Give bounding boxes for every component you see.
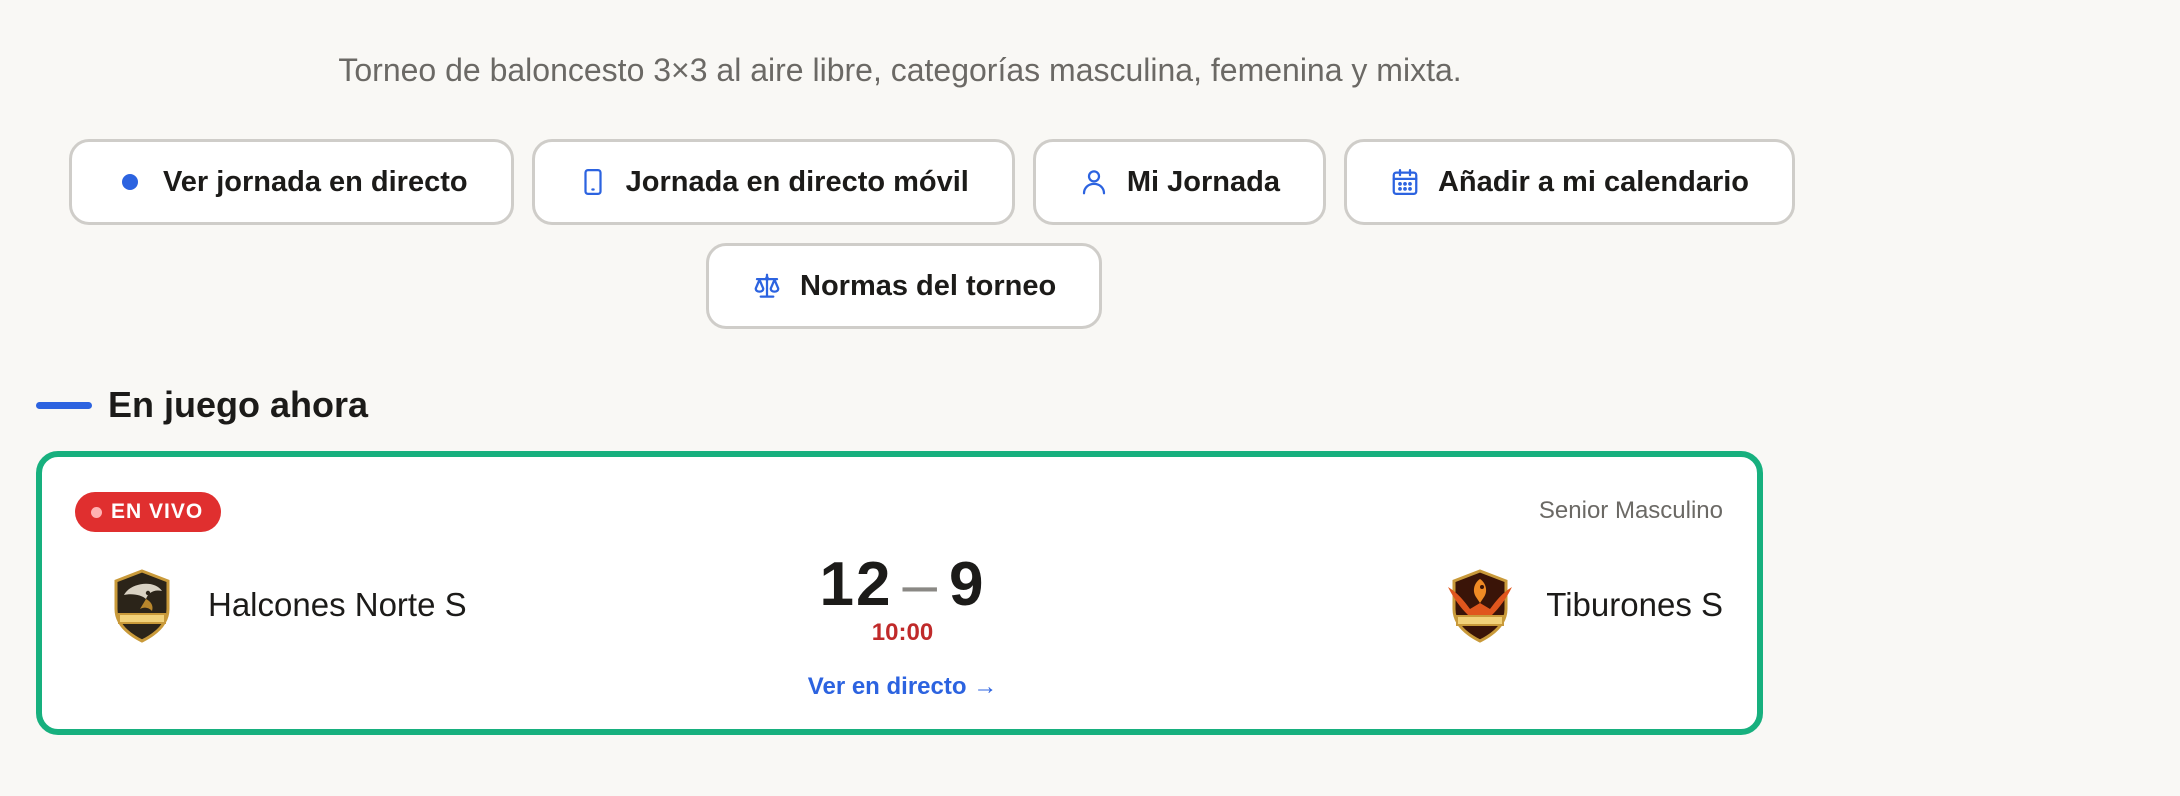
tournament-description: Torneo de baloncesto 3×3 al aire libre, … bbox=[338, 52, 1462, 88]
live-match-card[interactable]: EN VIVO Senior Masculino Halcones Norte … bbox=[36, 451, 1763, 735]
calendar-icon bbox=[1390, 167, 1420, 197]
scales-icon bbox=[752, 271, 782, 301]
my-matchday-button[interactable]: Mi Jornada bbox=[1032, 139, 1326, 225]
live-badge-label: EN VIVO bbox=[111, 500, 204, 523]
tournament-rules-label: Normas del torneo bbox=[800, 269, 1057, 302]
mobile-live-matchday-button[interactable]: Jornada en directo móvil bbox=[531, 139, 1015, 225]
mobile-phone-icon bbox=[578, 167, 608, 197]
mobile-live-matchday-label: Jornada en directo móvil bbox=[625, 165, 969, 198]
section-accent-bar bbox=[36, 401, 92, 409]
live-indicator-icon bbox=[91, 506, 102, 518]
away-score: 9 bbox=[948, 550, 986, 619]
away-team: Tiburones S bbox=[1440, 565, 1723, 645]
action-buttons-row: Ver jornada en directo Jornada en direct… bbox=[69, 139, 1796, 225]
my-matchday-label: Mi Jornada bbox=[1126, 165, 1280, 198]
live-section-header: En juego ahora bbox=[36, 384, 368, 426]
match-category: Senior Masculino bbox=[1538, 497, 1723, 524]
tournament-page: Torneo de baloncesto 3×3 al aire libre, … bbox=[0, 0, 2180, 796]
live-dot-icon bbox=[115, 167, 145, 197]
live-badge: EN VIVO bbox=[75, 492, 222, 532]
away-team-name: Tiburones S bbox=[1546, 586, 1723, 623]
watch-live-link[interactable]: Ver en directo → bbox=[39, 673, 1766, 701]
phoenix-logo-icon bbox=[1440, 565, 1520, 645]
tournament-rules-button[interactable]: Normas del torneo bbox=[706, 243, 1103, 329]
live-matchday-label: Ver jornada en directo bbox=[163, 165, 468, 198]
action-buttons-row-2: Normas del torneo bbox=[706, 243, 1103, 329]
add-to-calendar-label: Añadir a mi calendario bbox=[1437, 165, 1750, 198]
add-to-calendar-button[interactable]: Añadir a mi calendario bbox=[1343, 139, 1796, 225]
user-icon bbox=[1079, 167, 1109, 197]
live-matchday-button[interactable]: Ver jornada en directo bbox=[69, 139, 514, 225]
live-section-title: En juego ahora bbox=[108, 384, 369, 425]
home-score: 12 bbox=[819, 550, 893, 619]
score-separator: – bbox=[902, 550, 939, 619]
